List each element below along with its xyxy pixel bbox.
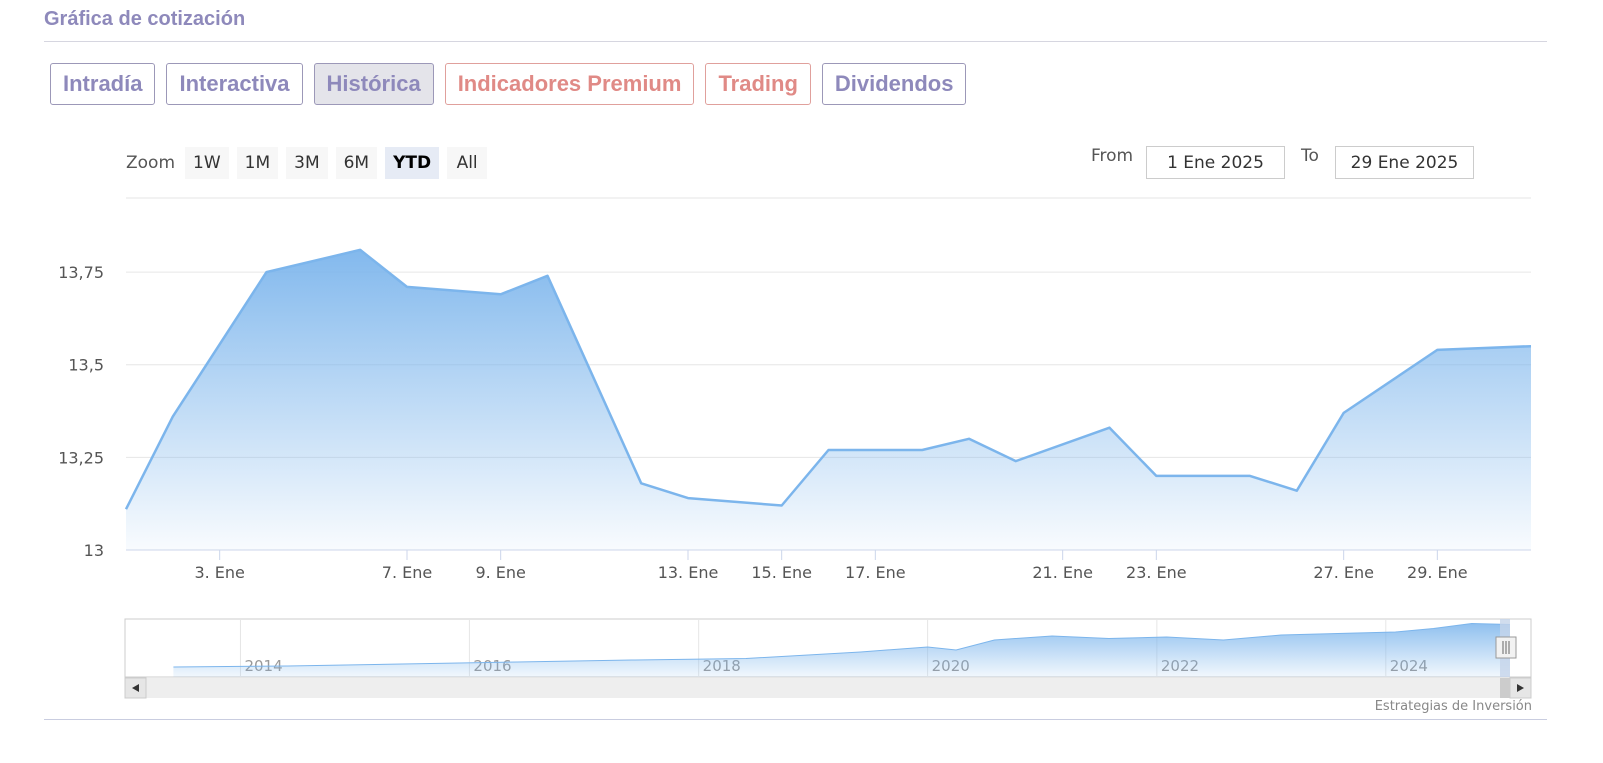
tab-interactiva[interactable]: Interactiva xyxy=(166,63,303,105)
navigator-frame xyxy=(124,618,1532,678)
x-tick-label: 7. Ene xyxy=(382,563,432,582)
x-tick-label: 27. Ene xyxy=(1313,563,1374,582)
navigator-year-label: 2016 xyxy=(473,657,511,675)
bottom-divider xyxy=(44,719,1547,720)
zoom-1w-button[interactable]: 1W xyxy=(185,147,229,179)
scrollbar-thumb[interactable] xyxy=(1500,678,1510,698)
price-line xyxy=(124,248,1532,510)
x-tick-label: 23. Ene xyxy=(1126,563,1187,582)
navigator-area xyxy=(173,623,1510,677)
navigator-year-label: 2024 xyxy=(1390,657,1428,675)
x-tick-label: 15. Ene xyxy=(751,563,812,582)
y-tick-label: 13,75 xyxy=(58,263,104,282)
range-from-input[interactable]: 1 Ene 2025 xyxy=(1146,146,1285,179)
tab-historica[interactable]: Histórica xyxy=(313,63,434,105)
price-area xyxy=(126,249,1531,550)
scroll-right-button[interactable] xyxy=(1509,677,1532,699)
x-tick-label: 29. Ene xyxy=(1407,563,1468,582)
tab-trading[interactable]: Trading xyxy=(705,63,811,105)
range-to-label: To xyxy=(1301,146,1319,166)
tab-dividendos[interactable]: Dividendos xyxy=(821,63,967,105)
y-tick-label: 13,5 xyxy=(68,356,104,375)
section-title: Gráfica de cotización xyxy=(44,8,246,30)
chart-credits: Estrategias de Inversión xyxy=(1374,699,1532,714)
chart-tabs: Intradía Interactiva Histórica Indicador… xyxy=(50,63,967,105)
x-tick-label: 21. Ene xyxy=(1032,563,1093,582)
x-tick-label: 3. Ene xyxy=(194,563,244,582)
navigator-year-label: 2018 xyxy=(703,657,741,675)
x-tick-label: 17. Ene xyxy=(845,563,906,582)
navigator-line xyxy=(173,622,1511,668)
y-tick-label: 13,25 xyxy=(58,448,104,467)
y-tick-label: 13 xyxy=(84,541,104,560)
navigator-year-label: 2020 xyxy=(932,657,970,675)
zoom-6m-button[interactable]: 6M xyxy=(335,147,378,179)
scroll-left-button[interactable] xyxy=(124,677,147,699)
title-divider xyxy=(44,41,1547,42)
zoom-ytd-button[interactable]: YTD xyxy=(385,147,440,179)
zoom-3m-button[interactable]: 3M xyxy=(286,147,328,179)
range-from-label: From xyxy=(1091,146,1134,166)
navigator-year-label: 2022 xyxy=(1161,657,1199,675)
range-to-input[interactable]: 29 Ene 2025 xyxy=(1335,146,1474,179)
x-tick-label: 13. Ene xyxy=(658,563,719,582)
zoom-all-button[interactable]: All xyxy=(447,147,488,179)
zoom-label: Zoom xyxy=(126,153,176,173)
tab-intradia[interactable]: Intradía xyxy=(50,63,156,105)
scrollbar-track[interactable] xyxy=(125,678,1531,698)
x-tick-label: 9. Ene xyxy=(475,563,525,582)
price-chart: 13 13,25 13,5 13,75 3. Ene 7. Ene 9. Ene 13. E… xyxy=(58,197,1532,699)
zoom-selector: Zoom 1W 1M 3M 6M YTD All xyxy=(126,147,488,179)
tab-indicadores-premium[interactable]: Indicadores Premium xyxy=(444,63,695,105)
navigator-year-label: 2014 xyxy=(244,657,282,675)
zoom-1m-button[interactable]: 1M xyxy=(236,147,279,179)
navigator-handle[interactable] xyxy=(1495,636,1517,659)
